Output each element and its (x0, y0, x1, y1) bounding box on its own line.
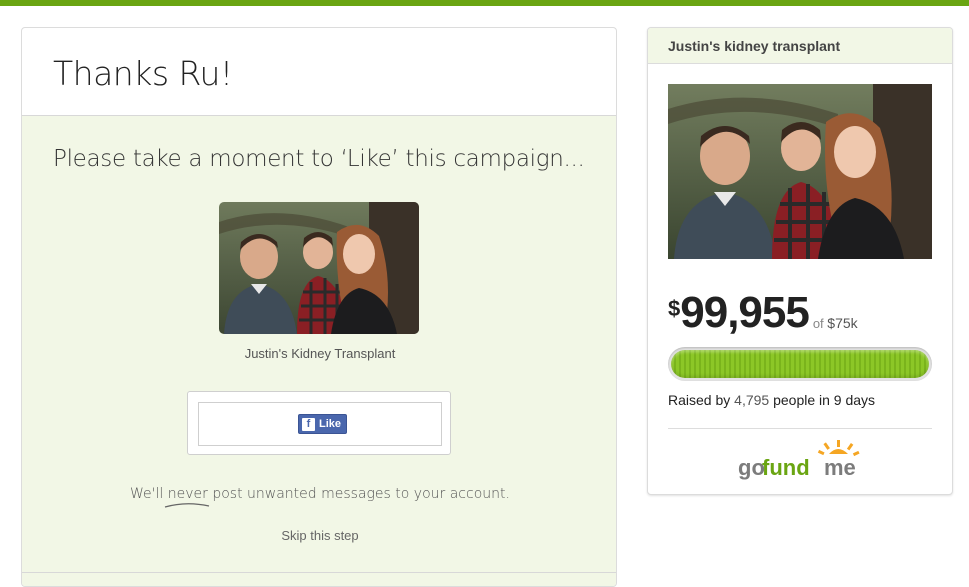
raised-amount: 99,955 (680, 288, 810, 337)
logo-me: me (824, 455, 856, 480)
divider (22, 572, 616, 573)
facebook-icon: f (302, 417, 315, 431)
raised-summary: Raised by 4,795 people in 9 days (668, 392, 875, 408)
facebook-like-button[interactable]: f Like (298, 414, 348, 434)
donor-count: 4,795 (734, 392, 770, 408)
gofundme-logo[interactable]: go fund me (648, 440, 952, 484)
top-accent-bar (0, 0, 969, 6)
page-title: Thanks Ru! (53, 54, 233, 93)
like-prompt-text: Please take a moment to ‘Like’ this camp… (53, 146, 585, 172)
goal-amount: $75k (827, 315, 858, 331)
facebook-like-box: f Like (187, 391, 451, 455)
logo-fund: fund (762, 455, 810, 480)
notice-never-word: never (167, 486, 208, 502)
facebook-like-frame: f Like (198, 402, 442, 446)
thank-you-card: Thanks Ru! Please take a moment to ‘Like… (21, 27, 617, 587)
currency-symbol: $ (668, 296, 681, 321)
skip-step-link[interactable]: Skip this step (22, 528, 616, 543)
funding-progress-bar (668, 347, 932, 381)
raised-prefix: Raised by (668, 392, 735, 408)
campaign-photo (219, 202, 419, 334)
privacy-notice: We'll never post unwanted messages to yo… (22, 486, 616, 508)
amount-raised: $ 99,955 of $75k (668, 290, 858, 336)
progress-fill (671, 350, 929, 378)
campaign-thumbnail[interactable] (668, 84, 932, 259)
like-label: Like (319, 418, 342, 430)
campaign-title[interactable]: Justin's kidney transplant (648, 28, 952, 64)
campaign-summary-card: Justin's kidney transplant $ 99,955 of $… (647, 27, 953, 495)
of-label: of (812, 316, 824, 331)
goal-text: of $75k (813, 315, 858, 331)
notice-emphasis-never: never (164, 486, 209, 508)
like-prompt-panel: Please take a moment to ‘Like’ this camp… (22, 116, 616, 586)
logo-go: go (738, 455, 765, 480)
sun-icon (817, 440, 860, 457)
photo-caption: Justin's Kidney Transplant (244, 346, 396, 361)
divider (668, 428, 932, 429)
thank-you-header: Thanks Ru! (22, 28, 616, 116)
notice-text-start: We'll (130, 486, 168, 502)
raised-suffix: people in 9 days (769, 392, 876, 408)
notice-text-end: post unwanted messages to your account. (207, 486, 510, 502)
